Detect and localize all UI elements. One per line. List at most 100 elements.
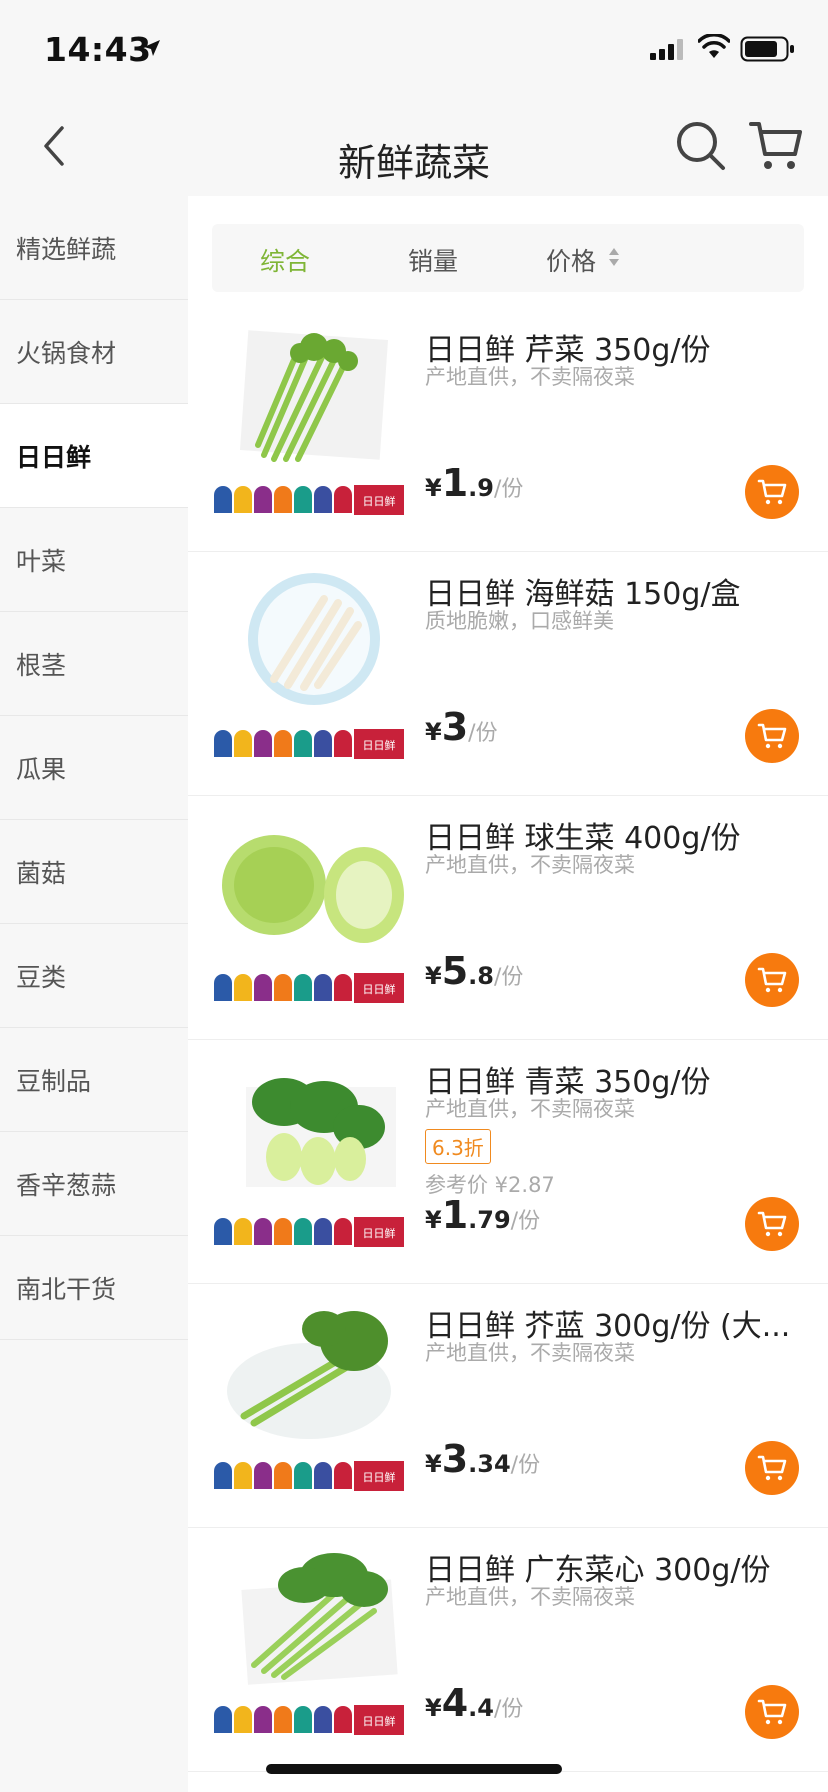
sort-bar: 综合 销量 价格 <box>212 224 804 292</box>
add-to-cart-button[interactable] <box>745 953 799 1007</box>
sidebar-item-genjing[interactable]: 根茎 <box>0 612 188 716</box>
sidebar-item-ririxian[interactable]: 日日鲜 <box>0 404 188 508</box>
weekday-badge <box>254 974 272 1001</box>
product-desc: 质地脆嫩，口感鲜美 <box>425 609 614 633</box>
sidebar-item-jingxuan[interactable]: 精选鲜蔬 <box>0 196 188 300</box>
price-currency: ¥ <box>425 1694 442 1722</box>
sidebar-item-label: 豆制品 <box>16 1066 92 1096</box>
add-to-cart-button[interactable] <box>745 465 799 519</box>
product-row[interactable]: 日日鲜 日日鲜 芹菜 350g/份 产地直供，不卖隔夜菜 ¥1.9/份 <box>188 309 828 552</box>
price-decimal: .4 <box>468 1694 494 1722</box>
sidebar-item-huoguo[interactable]: 火锅食材 <box>0 300 188 404</box>
sidebar-item-doulei[interactable]: 豆类 <box>0 924 188 1028</box>
product-image[interactable]: 日日鲜 <box>214 1301 404 1491</box>
cart-icon <box>757 1211 787 1237</box>
weekday-badge <box>254 1462 272 1489</box>
product-price: ¥5.8/份 <box>425 949 523 993</box>
weekday-badge <box>334 486 352 513</box>
product-row[interactable]: 日日鲜 日日鲜 球生菜 400g/份 产地直供，不卖隔夜菜 ¥5.8/份 <box>188 797 828 1040</box>
weekday-badge <box>234 486 252 513</box>
weekday-badge <box>214 1218 232 1245</box>
sidebar-item-label: 火锅食材 <box>16 338 117 368</box>
product-price: ¥4.4/份 <box>425 1681 523 1725</box>
product-price: ¥3/份 <box>425 705 498 749</box>
sort-price-tab[interactable]: 价格 <box>546 242 596 278</box>
weekday-badge <box>314 1218 332 1245</box>
product-row[interactable]: 日日鲜 日日鲜 青菜 350g/份 产地直供，不卖隔夜菜 6.3折 参考价 ¥2… <box>188 1041 828 1284</box>
cart-icon <box>757 723 787 749</box>
sidebar-item-ganhuo[interactable]: 南北干货 <box>0 1236 188 1340</box>
price-currency: ¥ <box>425 1450 442 1478</box>
status-bar: 14:43 <box>0 0 828 96</box>
sort-sales-tab[interactable]: 销量 <box>408 242 458 278</box>
weekday-badge <box>294 974 312 1001</box>
sidebar-item-xiangxin[interactable]: 香辛葱蒜 <box>0 1132 188 1236</box>
product-price: ¥1.79/份 <box>425 1193 540 1237</box>
product-row[interactable]: 日日鲜 日日鲜 海鲜菇 150g/盒 质地脆嫩，口感鲜美 ¥3/份 <box>188 553 828 796</box>
brand-badge-text: 日日鲜 <box>363 982 396 996</box>
product-image[interactable]: 日日鲜 <box>214 569 404 759</box>
sort-arrows-icon <box>609 248 619 266</box>
cart-icon[interactable] <box>748 118 804 174</box>
add-to-cart-button[interactable] <box>745 1197 799 1251</box>
weekday-badge <box>334 1462 352 1489</box>
sidebar-item-label: 香辛葱蒜 <box>16 1170 117 1200</box>
price-integer: 3 <box>441 1437 469 1481</box>
price-integer: 4 <box>441 1681 469 1725</box>
price-unit: /份 <box>510 1209 541 1234</box>
sidebar-item-douzhipin[interactable]: 豆制品 <box>0 1028 188 1132</box>
sidebar-item-yecai[interactable]: 叶菜 <box>0 508 188 612</box>
weekday-badge <box>314 974 332 1001</box>
category-sidebar: 精选鲜蔬 火锅食材 日日鲜 叶菜 根茎 瓜果 菌菇 豆类 豆制品 香辛葱蒜 南北… <box>0 196 188 1792</box>
add-to-cart-button[interactable] <box>745 1441 799 1495</box>
weekday-badge <box>294 1462 312 1489</box>
brand-badge-text: 日日鲜 <box>363 1714 396 1728</box>
product-desc: 产地直供，不卖隔夜菜 <box>425 1097 635 1121</box>
price-unit: /份 <box>468 721 498 746</box>
weekday-badge <box>254 730 272 757</box>
price-unit: /份 <box>493 965 524 990</box>
sidebar-item-label: 精选鲜蔬 <box>16 234 117 264</box>
sidebar-item-jungu[interactable]: 菌菇 <box>0 820 188 924</box>
add-to-cart-button[interactable] <box>745 709 799 763</box>
weekday-badge <box>274 486 292 513</box>
nav-bar: 新鲜蔬菜 <box>0 96 828 196</box>
weekday-badge <box>254 1218 272 1245</box>
battery-icon <box>740 36 794 62</box>
weekday-badge <box>314 486 332 513</box>
brand-badge-text: 日日鲜 <box>363 1470 396 1484</box>
sort-comprehensive-tab[interactable]: 综合 <box>260 242 310 278</box>
location-arrow-icon <box>144 40 160 56</box>
product-image[interactable]: 日日鲜 <box>214 325 404 515</box>
weekday-badge <box>274 974 292 1001</box>
weekday-badge <box>334 730 352 757</box>
weekday-badge <box>214 1706 232 1733</box>
product-image[interactable]: 日日鲜 <box>214 1545 404 1735</box>
weekday-badge <box>274 1706 292 1733</box>
weekday-badge <box>294 1218 312 1245</box>
weekday-badge <box>294 486 312 513</box>
product-row[interactable]: 日日鲜 日日鲜 芥蓝 300g/份 (大... 产地直供，不卖隔夜菜 ¥3.34… <box>188 1285 828 1528</box>
price-currency: ¥ <box>425 474 442 502</box>
product-price: ¥3.34/份 <box>425 1437 540 1481</box>
add-to-cart-button[interactable] <box>745 1685 799 1739</box>
sidebar-item-guaguo[interactable]: 瓜果 <box>0 716 188 820</box>
product-row[interactable]: 日日鲜 日日鲜 广东菜心 300g/份 产地直供，不卖隔夜菜 ¥4.4/份 <box>188 1529 828 1772</box>
product-image[interactable]: 日日鲜 <box>214 1057 404 1247</box>
weekday-badge <box>314 1462 332 1489</box>
price-unit: /份 <box>510 1453 541 1478</box>
weekday-badge <box>234 730 252 757</box>
search-icon[interactable] <box>675 120 727 172</box>
sidebar-item-label: 瓜果 <box>16 754 67 784</box>
product-image[interactable]: 日日鲜 <box>214 813 404 1003</box>
product-desc: 产地直供，不卖隔夜菜 <box>425 853 635 877</box>
weekday-badge <box>334 1218 352 1245</box>
price-unit: /份 <box>493 1697 524 1722</box>
weekday-badge <box>294 1706 312 1733</box>
weekday-badge <box>294 730 312 757</box>
cart-icon <box>757 1699 787 1725</box>
price-integer: 1 <box>441 461 469 505</box>
weekday-badge <box>314 730 332 757</box>
weekday-badge <box>214 730 232 757</box>
product-desc: 产地直供，不卖隔夜菜 <box>425 1341 635 1365</box>
